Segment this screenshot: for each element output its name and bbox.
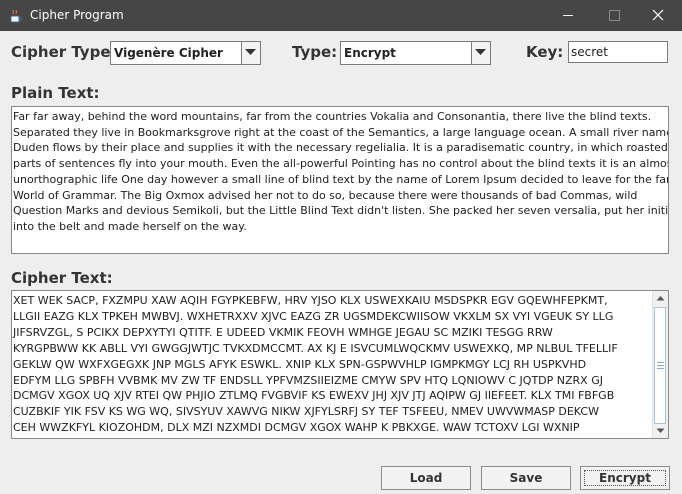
scroll-down-arrow-icon[interactable]	[653, 423, 668, 438]
mode-value: Encrypt	[344, 46, 396, 60]
scroll-up-arrow-icon[interactable]	[653, 291, 668, 306]
chevron-down-icon[interactable]	[241, 42, 260, 64]
maximize-icon	[609, 10, 620, 21]
cipher-type-value: Vigenère Cipher	[114, 46, 223, 60]
plain-text-label: Plain Text:	[11, 84, 100, 102]
save-button[interactable]: Save	[481, 466, 571, 490]
grip-line	[657, 362, 664, 363]
cipher-text-panel: XET WEK SACP, FXZMPU XAW AQIH FGYPKEBFW,…	[11, 290, 669, 439]
window-title: Cipher Program	[30, 8, 124, 22]
mode-select[interactable]: Encrypt	[340, 41, 491, 65]
minimize-icon	[563, 15, 573, 16]
chevron-down-icon[interactable]	[471, 42, 490, 64]
key-label: Key:	[526, 43, 564, 61]
load-button-label: Load	[409, 471, 443, 485]
close-icon	[652, 9, 664, 21]
grip-line	[657, 365, 664, 366]
load-button[interactable]: Load	[381, 466, 471, 490]
cipher-type-label: Cipher Type:	[11, 43, 117, 61]
save-button-label: Save	[509, 471, 543, 485]
java-cup-icon	[8, 8, 24, 24]
encrypt-button-label: Encrypt	[599, 471, 651, 485]
cipher-type-select[interactable]: Vigenère Cipher	[110, 41, 261, 65]
title-bar: Cipher Program	[0, 0, 682, 31]
grip-line	[657, 368, 664, 369]
plain-text-area[interactable]: Far far away, behind the word mountains,…	[11, 106, 669, 254]
scroll-thumb[interactable]	[654, 307, 666, 424]
vertical-scrollbar[interactable]	[652, 291, 668, 438]
cipher-text-label: Cipher Text:	[11, 269, 113, 287]
maximize-button	[591, 0, 637, 31]
cipher-text-area[interactable]: XET WEK SACP, FXZMPU XAW AQIH FGYPKEBFW,…	[12, 293, 653, 438]
minimize-button[interactable]	[545, 0, 591, 31]
close-button[interactable]	[636, 0, 682, 31]
mode-label: Type:	[292, 43, 338, 61]
key-input[interactable]: secret	[568, 41, 668, 63]
encrypt-button[interactable]: Encrypt	[580, 466, 670, 490]
